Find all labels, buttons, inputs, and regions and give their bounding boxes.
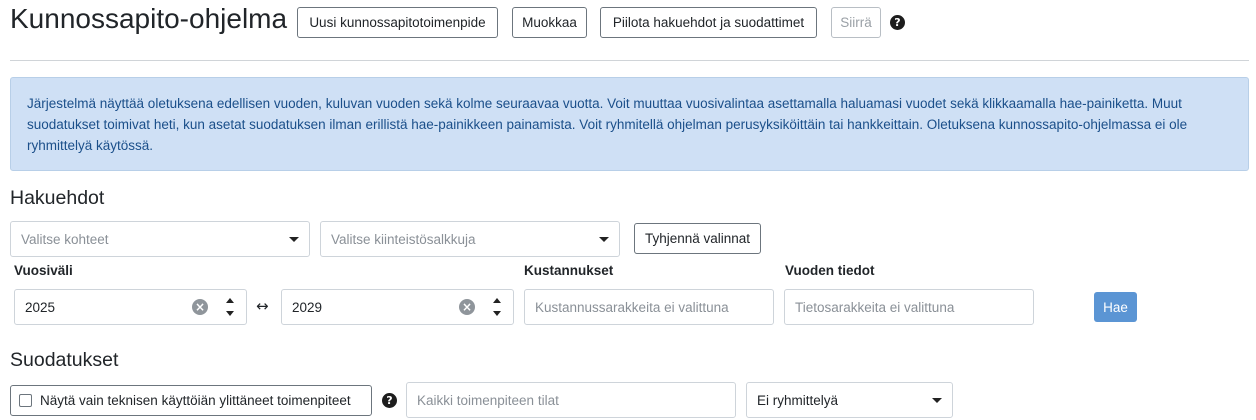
help-circle-icon[interactable]: ? (382, 393, 397, 408)
year-to-input[interactable]: 2029 × (281, 289, 514, 325)
chevron-down-icon (932, 397, 942, 403)
chevron-down-icon (289, 236, 299, 242)
increment-arrow-icon[interactable] (493, 298, 501, 303)
property-groups-select-placeholder: Valitse kiinteistösalkkuja (331, 231, 476, 247)
checkbox[interactable] (19, 394, 32, 407)
edit-button[interactable]: Muokkaa (512, 7, 587, 38)
targets-select-placeholder: Valitse kohteet (21, 231, 109, 247)
costs-label: Kustannukset (524, 263, 614, 278)
clear-circle-icon[interactable]: × (459, 299, 475, 315)
action-status-placeholder: Kaikki toimenpiteen tilat (417, 392, 559, 408)
year-data-columns-placeholder: Tietosarakkeita ei valittuna (795, 299, 955, 315)
spinner-arrows-icon[interactable] (226, 298, 234, 316)
page-title: Kunnossapito-ohjelma (10, 3, 288, 34)
year-from-value: 2025 (25, 299, 56, 315)
grouping-select-value: Ei ryhmittelyä (757, 392, 839, 408)
technical-life-exceeded-label: Näytä vain teknisen käyttöiän ylittäneet… (40, 393, 351, 408)
help-circle-icon[interactable]: ? (890, 15, 905, 30)
filters-heading: Suodatukset (10, 349, 119, 371)
increment-arrow-icon[interactable] (226, 298, 234, 303)
move-button[interactable]: Siirrä (831, 7, 881, 38)
technical-life-exceeded-toggle[interactable]: Näytä vain teknisen käyttöiän ylittäneet… (10, 385, 372, 416)
year-data-columns-select[interactable]: Tietosarakkeita ei valittuna (784, 289, 1034, 325)
year-to-value: 2029 (292, 299, 323, 315)
clear-circle-icon[interactable]: × (192, 299, 208, 315)
chevron-down-icon (599, 236, 609, 242)
hide-filters-button[interactable]: Piilota hakuehdot ja suodattimet (600, 7, 817, 38)
year-data-label: Vuoden tiedot (785, 263, 875, 278)
search-button[interactable]: Hae (1094, 292, 1137, 322)
info-alert: Järjestelmä näyttää oletuksena edellisen… (10, 77, 1249, 171)
divider (10, 60, 1249, 61)
new-maintenance-action-button[interactable]: Uusi kunnossapitotoimenpide (297, 7, 498, 38)
info-alert-text: Järjestelmä näyttää oletuksena edellisen… (27, 96, 1188, 153)
year-from-input[interactable]: 2025 × (14, 289, 247, 325)
range-arrow-icon: ↔ (256, 297, 269, 315)
costs-columns-select[interactable]: Kustannussarakkeita ei valittuna (524, 289, 774, 325)
search-criteria-heading: Hakuehdot (10, 187, 105, 209)
targets-select[interactable]: Valitse kohteet (10, 221, 310, 257)
grouping-select[interactable]: Ei ryhmittelyä (746, 382, 953, 418)
decrement-arrow-icon[interactable] (226, 311, 234, 316)
property-groups-select[interactable]: Valitse kiinteistösalkkuja (320, 221, 620, 257)
decrement-arrow-icon[interactable] (493, 311, 501, 316)
spinner-arrows-icon[interactable] (493, 298, 501, 316)
clear-selections-button[interactable]: Tyhjennä valinnat (634, 223, 761, 254)
costs-columns-placeholder: Kustannussarakkeita ei valittuna (535, 299, 729, 315)
action-status-select[interactable]: Kaikki toimenpiteen tilat (406, 382, 736, 418)
year-range-label: Vuosiväli (14, 263, 73, 278)
